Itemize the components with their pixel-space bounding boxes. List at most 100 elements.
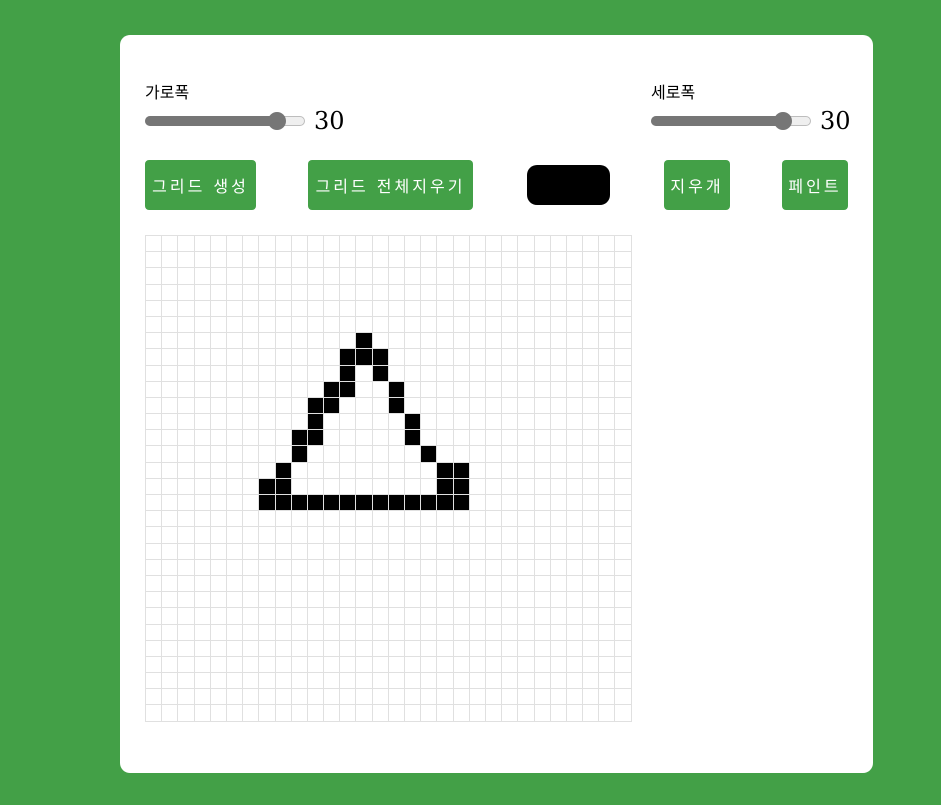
grid-cell[interactable] bbox=[583, 640, 600, 657]
grid-cell[interactable] bbox=[583, 381, 600, 398]
grid-cell[interactable] bbox=[566, 527, 584, 544]
grid-cell[interactable] bbox=[485, 381, 503, 398]
grid-cell[interactable] bbox=[162, 397, 179, 415]
grid-cell[interactable] bbox=[194, 705, 211, 722]
grid-cell[interactable] bbox=[518, 575, 535, 593]
grid-cell[interactable] bbox=[291, 527, 308, 544]
grid-cell[interactable] bbox=[372, 268, 389, 285]
grid-cell[interactable] bbox=[275, 559, 292, 576]
pixel-grid[interactable] bbox=[145, 235, 632, 722]
grid-cell[interactable] bbox=[437, 624, 454, 641]
grid-cell[interactable] bbox=[194, 365, 211, 382]
grid-cell[interactable] bbox=[550, 511, 567, 528]
grid-cell[interactable] bbox=[502, 446, 519, 463]
grid-cell[interactable] bbox=[259, 381, 276, 398]
grid-cell[interactable] bbox=[226, 414, 244, 431]
grid-cell[interactable] bbox=[291, 575, 308, 593]
grid-cell[interactable] bbox=[226, 608, 244, 625]
grid-cell[interactable] bbox=[178, 284, 195, 301]
grid-cell[interactable] bbox=[340, 527, 357, 544]
grid-cell[interactable] bbox=[405, 268, 422, 285]
grid-cell[interactable] bbox=[469, 300, 486, 317]
grid-cell[interactable] bbox=[178, 656, 195, 674]
grid-cell[interactable] bbox=[226, 316, 244, 334]
grid-cell[interactable] bbox=[324, 656, 341, 674]
grid-cell[interactable] bbox=[453, 705, 470, 722]
grid-cell[interactable] bbox=[453, 543, 470, 560]
grid-cell[interactable] bbox=[550, 381, 567, 398]
grid-cell[interactable] bbox=[566, 300, 584, 317]
grid-cell[interactable] bbox=[550, 495, 567, 512]
grid-cell[interactable] bbox=[421, 673, 438, 690]
grid-cell[interactable] bbox=[566, 414, 584, 431]
grid-cell[interactable] bbox=[502, 300, 519, 317]
grid-cell[interactable] bbox=[405, 511, 422, 528]
grid-cell[interactable] bbox=[178, 414, 195, 431]
grid-cell[interactable] bbox=[421, 365, 438, 382]
grid-cell[interactable] bbox=[372, 592, 389, 609]
grid-cell[interactable] bbox=[599, 559, 616, 576]
grid-cell[interactable] bbox=[566, 236, 584, 253]
grid-cell[interactable] bbox=[453, 333, 470, 350]
grid-cell[interactable] bbox=[421, 284, 438, 301]
grid-cell[interactable] bbox=[178, 608, 195, 625]
grid-cell[interactable] bbox=[469, 608, 486, 625]
grid-cell[interactable] bbox=[162, 462, 179, 479]
grid-cell[interactable] bbox=[259, 543, 276, 560]
grid-cell[interactable] bbox=[372, 462, 389, 479]
grid-cell[interactable] bbox=[534, 414, 551, 431]
grid-cell[interactable] bbox=[291, 268, 308, 285]
grid-cell[interactable] bbox=[243, 462, 260, 479]
grid-cell[interactable] bbox=[291, 478, 308, 495]
grid-cell[interactable] bbox=[534, 446, 551, 463]
grid-cell[interactable] bbox=[421, 543, 438, 560]
grid-cell[interactable] bbox=[178, 446, 195, 463]
grid-cell[interactable] bbox=[340, 495, 357, 512]
grid-cell[interactable] bbox=[275, 446, 292, 463]
grid-cell[interactable] bbox=[583, 462, 600, 479]
grid-cell[interactable] bbox=[194, 511, 211, 528]
grid-cell[interactable] bbox=[518, 381, 535, 398]
grid-cell[interactable] bbox=[583, 592, 600, 609]
grid-cell[interactable] bbox=[243, 478, 260, 495]
grid-cell[interactable] bbox=[372, 559, 389, 576]
grid-cell[interactable] bbox=[566, 397, 584, 415]
grid-cell[interactable] bbox=[146, 656, 163, 674]
grid-cell[interactable] bbox=[405, 349, 422, 366]
grid-cell[interactable] bbox=[469, 673, 486, 690]
grid-cell[interactable] bbox=[372, 673, 389, 690]
grid-cell[interactable] bbox=[243, 511, 260, 528]
grid-cell[interactable] bbox=[340, 446, 357, 463]
grid-cell[interactable] bbox=[324, 462, 341, 479]
grid-cell[interactable] bbox=[388, 640, 405, 657]
width-slider[interactable] bbox=[145, 112, 305, 130]
grid-cell[interactable] bbox=[210, 527, 227, 544]
grid-cell[interactable] bbox=[340, 300, 357, 317]
grid-cell[interactable] bbox=[550, 365, 567, 382]
grid-cell[interactable] bbox=[194, 673, 211, 690]
grid-cell[interactable] bbox=[518, 333, 535, 350]
grid-cell[interactable] bbox=[275, 300, 292, 317]
grid-cell[interactable] bbox=[372, 478, 389, 495]
grid-cell[interactable] bbox=[372, 236, 389, 253]
grid-cell[interactable] bbox=[469, 478, 486, 495]
grid-cell[interactable] bbox=[243, 268, 260, 285]
grid-cell[interactable] bbox=[615, 527, 632, 544]
grid-cell[interactable] bbox=[162, 333, 179, 350]
grid-cell[interactable] bbox=[356, 673, 373, 690]
grid-cell[interactable] bbox=[210, 252, 227, 269]
grid-cell[interactable] bbox=[518, 446, 535, 463]
grid-cell[interactable] bbox=[340, 333, 357, 350]
grid-cell[interactable] bbox=[178, 252, 195, 269]
grid-cell[interactable] bbox=[210, 575, 227, 593]
grid-cell[interactable] bbox=[162, 446, 179, 463]
grid-cell[interactable] bbox=[599, 495, 616, 512]
grid-cell[interactable] bbox=[259, 300, 276, 317]
grid-cell[interactable] bbox=[421, 624, 438, 641]
grid-cell[interactable] bbox=[291, 673, 308, 690]
grid-cell[interactable] bbox=[550, 349, 567, 366]
grid-cell[interactable] bbox=[485, 705, 503, 722]
grid-cell[interactable] bbox=[146, 365, 163, 382]
grid-cell[interactable] bbox=[388, 656, 405, 674]
grid-cell[interactable] bbox=[275, 575, 292, 593]
